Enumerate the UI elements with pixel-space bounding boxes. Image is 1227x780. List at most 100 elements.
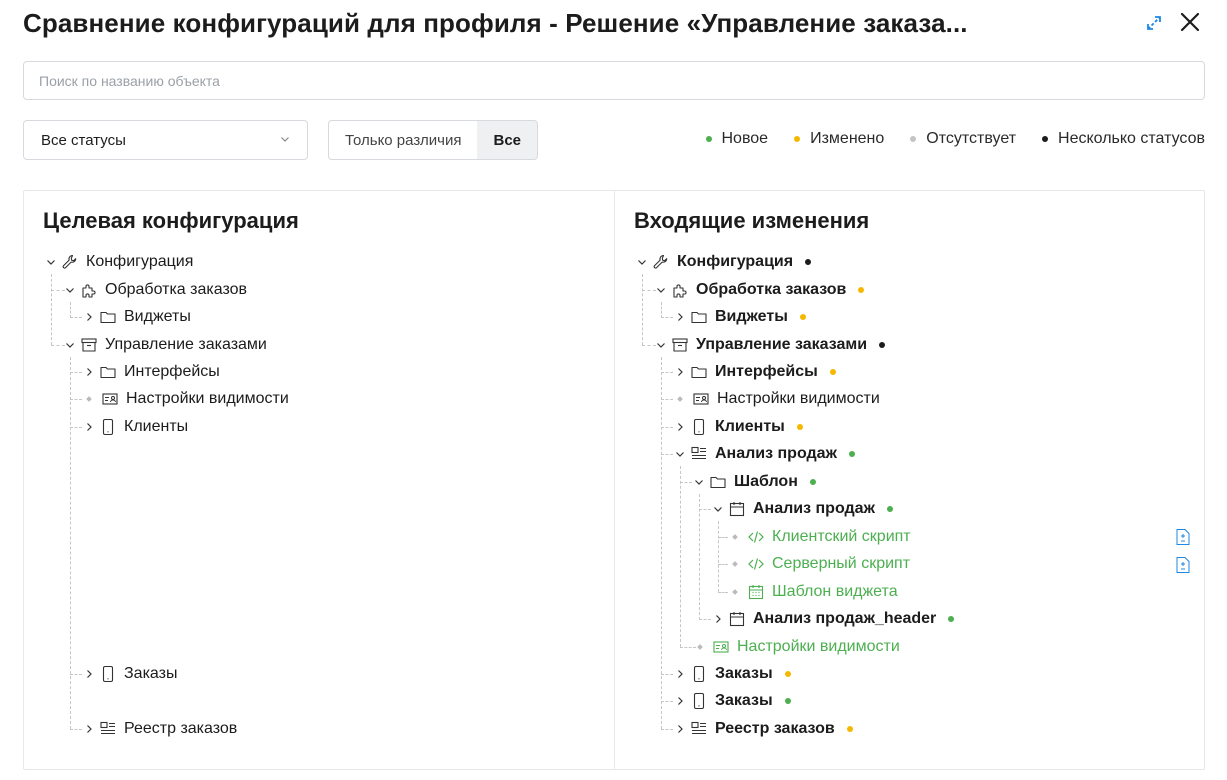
- chevron-right-icon[interactable]: [83, 668, 95, 680]
- tree-node-label: Интерфейсы: [715, 363, 818, 380]
- legend-item-multiple: Несколько статусов: [1042, 130, 1205, 148]
- tree-guide: [70, 674, 82, 675]
- tree-node[interactable]: Шаблон: [693, 470, 816, 494]
- file-diff-icon: [1176, 557, 1190, 573]
- chevron-down-icon[interactable]: [712, 503, 724, 515]
- tree-node[interactable]: Настройки видимости: [694, 635, 900, 659]
- tree-guide: [718, 592, 728, 593]
- tree-node[interactable]: Серверный скрипт: [729, 552, 910, 576]
- legend-item-missing: Отсутствует: [910, 130, 1016, 148]
- chevron-right-icon[interactable]: [83, 723, 95, 735]
- tree-node-label: Реестр заказов: [715, 720, 835, 737]
- tree-guide: [70, 302, 71, 318]
- status-dot-changed: [796, 424, 803, 430]
- status-dot-changed: [846, 726, 853, 732]
- chevron-down-icon[interactable]: [655, 284, 667, 296]
- chevron-right-icon[interactable]: [674, 366, 686, 378]
- chevron-down-icon[interactable]: [636, 256, 648, 268]
- visibility-settings-icon: [713, 641, 729, 653]
- phone-icon: [102, 418, 114, 436]
- registry-icon: [691, 446, 706, 460]
- tree-guide: [699, 509, 711, 510]
- toggle-all[interactable]: Все: [477, 121, 538, 159]
- tree-node[interactable]: Клиентский скрипт: [729, 525, 911, 549]
- tree-node[interactable]: Заказы: [674, 689, 791, 713]
- tree-node-label: Конфигурация: [86, 253, 194, 270]
- tree-node[interactable]: Заказы: [674, 662, 791, 686]
- status-dot-changed: [784, 671, 791, 677]
- tree-node[interactable]: Реестр заказов: [674, 717, 853, 741]
- chevron-right-icon[interactable]: [674, 421, 686, 433]
- chevron-right-icon[interactable]: [674, 311, 686, 323]
- code-icon: [748, 558, 764, 570]
- tree-node[interactable]: Виджеты: [83, 305, 191, 329]
- tree-guide: [718, 564, 728, 565]
- compare-file-button[interactable]: [1175, 528, 1191, 546]
- calendar-icon: [729, 612, 745, 627]
- tree-node[interactable]: Управление заказами: [64, 333, 267, 357]
- chevron-right-icon[interactable]: [83, 311, 95, 323]
- tree-node[interactable]: Конфигурация: [636, 250, 812, 274]
- chevron-down-icon[interactable]: [45, 256, 57, 268]
- tree-node[interactable]: Настройки видимости: [83, 387, 289, 411]
- diff-toggle: Только различия Все: [328, 120, 539, 160]
- tree-guide: [661, 701, 673, 702]
- phone-icon: [693, 665, 705, 683]
- puzzle-icon: [82, 284, 96, 298]
- tree-node-label: Шаблон: [734, 473, 798, 490]
- tree-node[interactable]: Конфигурация: [45, 250, 193, 274]
- tree-guide: [642, 274, 643, 345]
- tree-node-label: Анализ продаж: [715, 445, 837, 462]
- tree-node[interactable]: Клиенты: [83, 415, 188, 439]
- chevron-down-icon[interactable]: [64, 284, 76, 296]
- status-select[interactable]: Все статусы: [23, 120, 308, 160]
- tree-node[interactable]: Обработка заказов: [64, 278, 247, 302]
- chevron-right-icon[interactable]: [712, 613, 724, 625]
- tree-node[interactable]: Шаблон виджета: [729, 580, 898, 604]
- chevron-right-icon[interactable]: [83, 421, 95, 433]
- tree-node[interactable]: Анализ продаж_header: [712, 607, 955, 631]
- tree-node-label: Заказы: [715, 665, 773, 682]
- tree-node-label: Управление заказами: [696, 336, 868, 353]
- tree-node[interactable]: Анализ продаж: [712, 497, 893, 521]
- chevron-down-icon[interactable]: [693, 476, 705, 488]
- tree-node[interactable]: Интерфейсы: [674, 360, 836, 384]
- chevron-down-icon[interactable]: [655, 339, 667, 351]
- tree-node[interactable]: Интерфейсы: [83, 360, 220, 384]
- compare-file-button[interactable]: [1175, 556, 1191, 574]
- legend-label: Несколько статусов: [1058, 130, 1205, 147]
- chevron-down-icon: [281, 137, 289, 142]
- calendar-icon: [729, 502, 745, 517]
- tree-node[interactable]: Настройки видимости: [674, 387, 880, 411]
- status-dot-new: [809, 479, 816, 485]
- search-input[interactable]: [23, 61, 1205, 100]
- status-dot-changed: [829, 369, 836, 375]
- chevron-down-icon[interactable]: [64, 339, 76, 351]
- tree-guide: [699, 494, 700, 620]
- close-icon: [1180, 12, 1200, 32]
- tree-node[interactable]: Клиенты: [674, 415, 803, 439]
- chevron-right-icon[interactable]: [674, 668, 686, 680]
- tree-node[interactable]: Обработка заказов: [655, 278, 865, 302]
- tree-node[interactable]: Реестр заказов: [83, 717, 237, 741]
- tree-node-label: Клиенты: [124, 418, 189, 435]
- tree-node[interactable]: Виджеты: [674, 305, 806, 329]
- chevron-down-icon[interactable]: [674, 448, 686, 460]
- tree-guide: [680, 482, 692, 483]
- tree-node-label: Анализ продаж: [753, 500, 875, 517]
- tree-guide: [51, 345, 65, 346]
- toggle-only-diff[interactable]: Только различия: [329, 121, 477, 159]
- tree-guide: [70, 427, 82, 428]
- close-button[interactable]: [1178, 10, 1202, 34]
- tree-node[interactable]: Анализ продаж: [674, 442, 855, 466]
- chevron-right-icon[interactable]: [674, 695, 686, 707]
- legend-dot-new: [705, 136, 712, 142]
- tree-node[interactable]: Заказы: [83, 662, 177, 686]
- tree-node[interactable]: Управление заказами: [655, 333, 886, 357]
- tree-guide: [718, 537, 728, 538]
- chevron-right-icon[interactable]: [83, 366, 95, 378]
- chevron-right-icon[interactable]: [674, 723, 686, 735]
- tree-node-label: Анализ продаж_header: [753, 610, 937, 627]
- expand-button[interactable]: [1143, 12, 1165, 34]
- status-dot-multiple: [805, 259, 812, 265]
